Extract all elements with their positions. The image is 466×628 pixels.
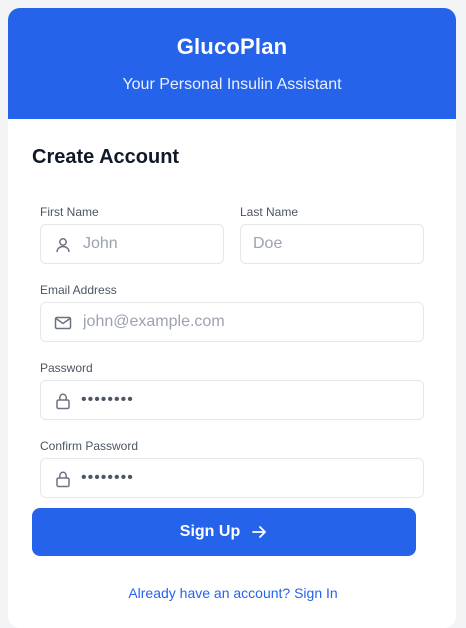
app-title: GlucoPlan — [176, 34, 288, 59]
email-label: Email Address — [40, 283, 117, 297]
password-field[interactable]: •••••••• — [40, 380, 424, 420]
lock-icon — [53, 391, 73, 411]
app-header: GlucoPlan Your Personal Insulin Assistan… — [8, 8, 456, 119]
mail-icon — [53, 313, 73, 333]
email-input[interactable] — [81, 303, 413, 341]
lock-icon — [53, 469, 73, 489]
form-title: Create Account — [32, 146, 180, 168]
sign-in-link[interactable]: Already have an account? Sign In — [0, 585, 466, 601]
password-label: Password — [40, 361, 93, 375]
sign-up-button[interactable]: Sign Up — [32, 508, 416, 556]
first-name-field[interactable] — [40, 224, 224, 264]
user-icon — [53, 235, 73, 255]
confirm-password-label: Confirm Password — [40, 439, 139, 453]
confirm-password-input[interactable]: •••••••• — [81, 469, 134, 487]
last-name-input[interactable] — [251, 225, 413, 263]
last-name-label: Last Name — [240, 205, 299, 219]
app-subtitle: Your Personal Insulin Assistant — [122, 76, 342, 93]
sign-up-label: Sign Up — [179, 523, 241, 540]
last-name-field[interactable] — [240, 224, 424, 264]
email-field[interactable] — [40, 302, 424, 342]
arrow-right-icon — [250, 523, 268, 541]
first-name-input[interactable] — [81, 225, 213, 263]
first-name-label: First Name — [40, 205, 99, 219]
confirm-password-field[interactable]: •••••••• — [40, 458, 424, 498]
password-input[interactable]: •••••••• — [81, 391, 134, 409]
